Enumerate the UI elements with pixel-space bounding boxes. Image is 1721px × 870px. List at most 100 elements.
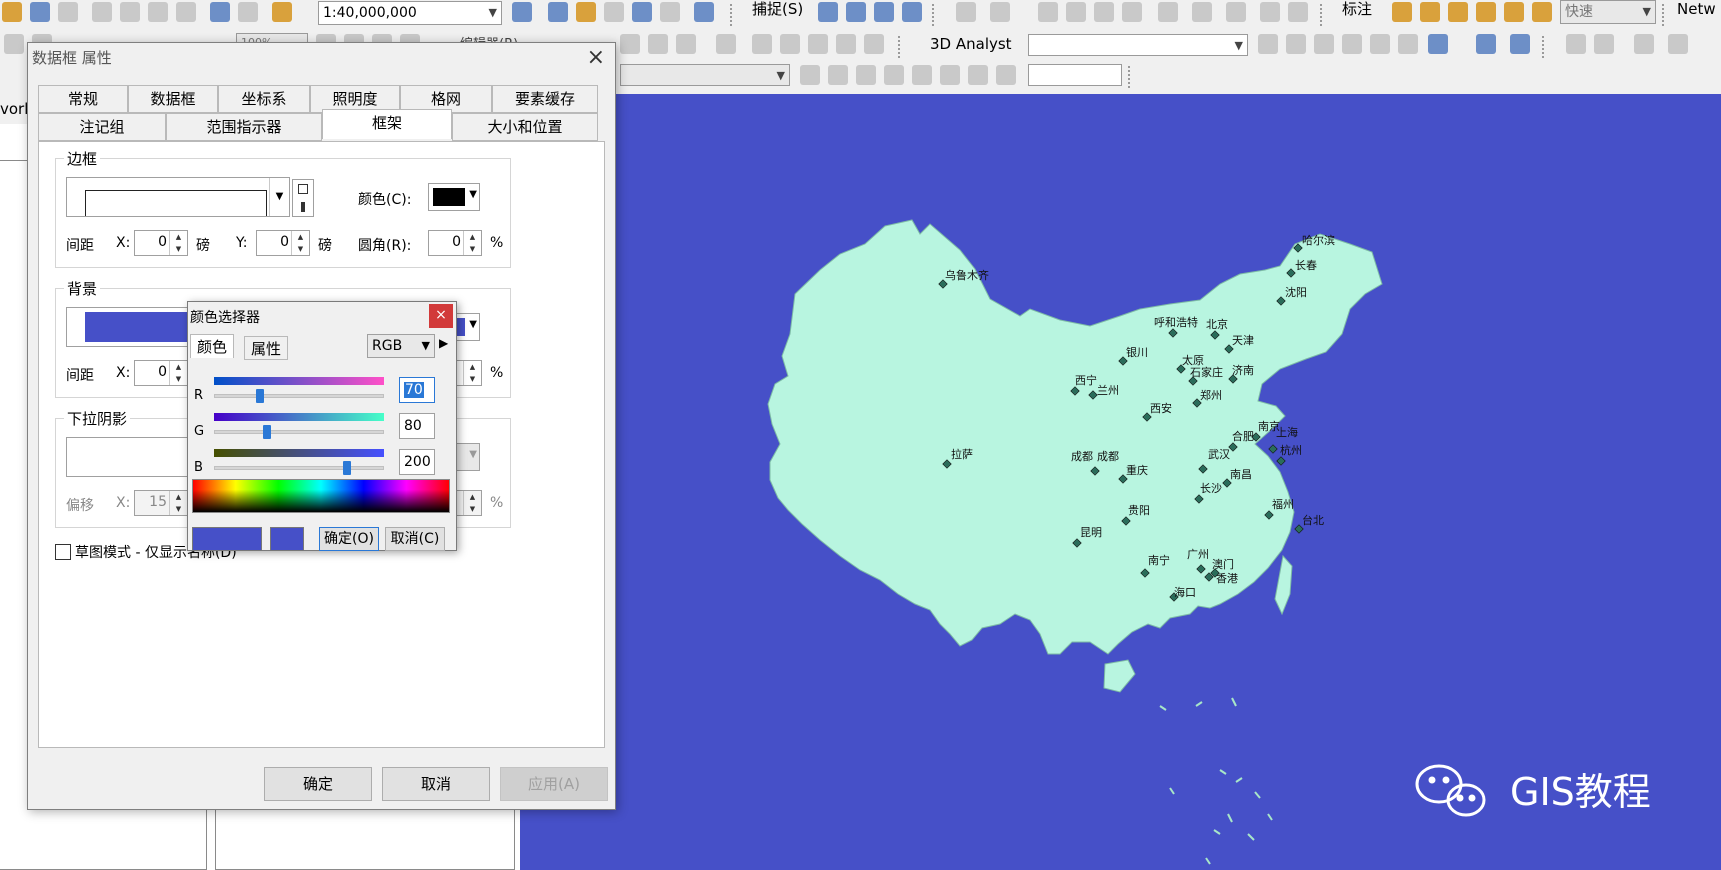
redo-icon[interactable]	[238, 2, 258, 22]
link-table-icon[interactable]	[968, 65, 988, 85]
tab-extent-indicators[interactable]: 范围指示器	[166, 113, 322, 141]
label-weight-icon[interactable]	[1532, 2, 1552, 22]
border-gap-y-spinner[interactable]: 0 ▲ ▼	[256, 230, 310, 256]
paste-icon[interactable]	[148, 2, 168, 22]
toolbar-grip[interactable]	[898, 36, 908, 58]
snap-menu[interactable]: 捕捉(S)	[752, 0, 803, 21]
advanced-edit-icon[interactable]	[1158, 2, 1178, 22]
toolbar-grip[interactable]	[1128, 66, 1138, 88]
blue-slider-thumb[interactable]	[342, 461, 351, 475]
zoom-in-icon[interactable]	[4, 34, 24, 54]
profile-icon[interactable]	[1370, 34, 1390, 54]
route-icon[interactable]	[1260, 2, 1280, 22]
toolbar-grip[interactable]	[730, 4, 740, 26]
tab-data-frame[interactable]: 数据框	[128, 85, 218, 113]
route-tool-icon[interactable]	[1288, 2, 1308, 22]
table-of-contents-icon[interactable]	[548, 2, 568, 22]
pause-labeling-icon[interactable]	[1476, 2, 1496, 22]
border-radius-spinner[interactable]: 0 ▲ ▼	[428, 230, 482, 256]
scale-icon[interactable]	[836, 34, 856, 54]
rotate-raster-icon[interactable]	[996, 65, 1016, 85]
editor-toolbar-icon[interactable]	[512, 2, 532, 22]
toolbar-grip[interactable]	[1320, 4, 1330, 26]
chevron-down-icon[interactable]: ▼	[269, 178, 289, 216]
refresh-icon[interactable]	[864, 34, 884, 54]
tab-color[interactable]: 颜色	[190, 334, 235, 358]
auto-adjust-icon[interactable]	[828, 65, 848, 85]
toolbar-grip[interactable]	[932, 4, 942, 26]
end-snap-icon[interactable]	[846, 2, 866, 22]
tab-frame[interactable]: 框架	[322, 109, 452, 139]
open-folder-icon[interactable]	[2, 2, 22, 22]
drop-shadow-x-spinner[interactable]: 15 ▲ ▼	[134, 490, 188, 516]
zoom-to-link-icon[interactable]	[884, 65, 904, 85]
generalize-icon[interactable]	[1226, 2, 1246, 22]
label-priority-icon[interactable]	[1504, 2, 1524, 22]
red-value-input[interactable]: 70	[399, 377, 435, 403]
catalog-icon[interactable]	[576, 2, 596, 22]
view-link-table-icon[interactable]	[940, 65, 960, 85]
color-model-select[interactable]: RGB ▼	[367, 334, 435, 358]
lock-labels-icon[interactable]	[1420, 2, 1440, 22]
arcglobe-icon[interactable]	[1510, 34, 1530, 54]
color-cancel-button[interactable]: 取消(C)	[385, 527, 445, 551]
georef-layer-combo[interactable]: ▼	[620, 64, 790, 86]
spinner-arrows-icon[interactable]: ▲ ▼	[291, 231, 309, 255]
steepest-path-icon[interactable]	[1314, 34, 1334, 54]
topology-fix-icon[interactable]	[1122, 2, 1142, 22]
red-slider-thumb[interactable]	[255, 389, 264, 403]
tab-coordinate-system[interactable]: 坐标系	[218, 85, 310, 113]
split-tool-icon[interactable]	[716, 34, 736, 54]
cut-icon[interactable]	[92, 2, 112, 22]
blue-track[interactable]	[214, 466, 384, 470]
model-builder-icon[interactable]	[694, 2, 714, 22]
line-color-icon[interactable]	[1634, 34, 1654, 54]
straight-segment-icon[interactable]	[648, 34, 668, 54]
delete-link-icon[interactable]	[912, 65, 932, 85]
line-of-sight-icon[interactable]	[1342, 34, 1362, 54]
vertex-snap-icon[interactable]	[874, 2, 894, 22]
green-track[interactable]	[214, 430, 384, 434]
topology-icon[interactable]	[1038, 2, 1058, 22]
python-window-icon[interactable]	[660, 2, 680, 22]
spinner-arrows-icon[interactable]: ▲ ▼	[169, 491, 187, 515]
tab-general[interactable]: 常规	[38, 85, 128, 113]
surface-tool-icon[interactable]	[1258, 34, 1278, 54]
map-scale-combo[interactable]: 1:40,000,000 ▼	[318, 1, 502, 25]
select-features-icon[interactable]	[990, 2, 1010, 22]
copy-icon[interactable]	[120, 2, 140, 22]
contour-icon[interactable]	[1286, 34, 1306, 54]
spinner-arrows-icon[interactable]: ▲ ▼	[463, 361, 481, 385]
3d-layer-combo[interactable]: ▼	[1028, 34, 1248, 56]
point-snap-icon[interactable]	[818, 2, 838, 22]
topology-edit-icon[interactable]	[1066, 2, 1086, 22]
tab-feature-cache[interactable]: 要素缓存	[492, 85, 598, 113]
color-spectrum[interactable]	[192, 479, 450, 513]
scatter-graph-icon[interactable]	[1428, 34, 1448, 54]
border-style-selector[interactable]: ▼	[66, 177, 290, 217]
undo-icon[interactable]	[210, 2, 230, 22]
close-icon[interactable]: ×	[587, 43, 605, 73]
border-gap-x-spinner[interactable]: 0 ▲ ▼	[134, 230, 188, 256]
blue-value-input[interactable]: 200	[399, 449, 435, 475]
ok-button[interactable]: 确定	[264, 767, 372, 801]
topology-validate-icon[interactable]	[1094, 2, 1114, 22]
draft-mode-checkbox[interactable]	[55, 544, 71, 560]
print-icon[interactable]	[58, 2, 78, 22]
spinner-arrows-icon[interactable]: ▲ ▼	[463, 231, 481, 255]
apply-button[interactable]: 应用(A)	[500, 767, 608, 801]
rotate-icon[interactable]	[780, 34, 800, 54]
red-track[interactable]	[214, 394, 384, 398]
network-menu[interactable]: Netw	[1677, 0, 1716, 21]
green-slider-thumb[interactable]	[262, 425, 271, 439]
fill-icon[interactable]	[1594, 34, 1614, 54]
point-tool-icon[interactable]	[676, 34, 696, 54]
tab-size-and-position[interactable]: 大小和位置	[452, 113, 598, 141]
arctoolbox-icon[interactable]	[632, 2, 652, 22]
line-tool-icon[interactable]	[1668, 34, 1688, 54]
delete-icon[interactable]	[176, 2, 196, 22]
draw-icon[interactable]	[1566, 34, 1586, 54]
spinner-arrows-icon[interactable]: ▲ ▼	[169, 231, 187, 255]
label-menu[interactable]: 标注	[1342, 0, 1372, 21]
tab-properties[interactable]: 属性	[244, 336, 289, 360]
